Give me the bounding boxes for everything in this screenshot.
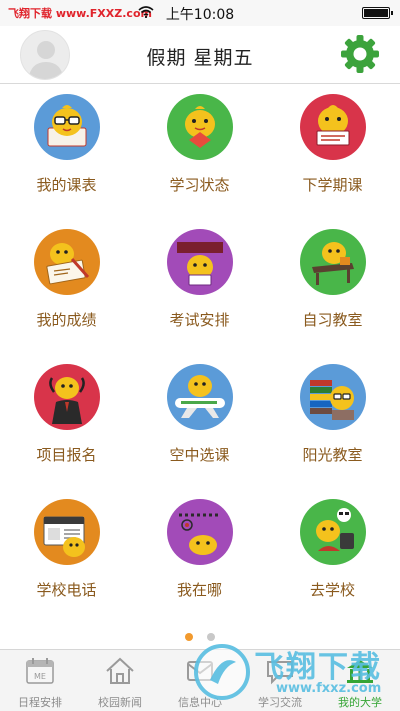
tab-label: 我的大学 bbox=[338, 696, 382, 709]
sunshine-classroom-icon bbox=[300, 364, 366, 430]
grid-item-label: 我在哪 bbox=[176, 581, 222, 599]
grid-item-next-term[interactable]: 下学期课 bbox=[266, 92, 399, 222]
grid-item-school-phone[interactable]: 学校电话 bbox=[0, 497, 133, 627]
schedule-icon bbox=[34, 94, 100, 160]
page-dot-active[interactable] bbox=[185, 633, 194, 641]
page-dot[interactable] bbox=[206, 633, 215, 641]
study-room-icon bbox=[300, 229, 366, 295]
tab-label: 信息中心 bbox=[178, 696, 222, 709]
grid-item-label: 自习教室 bbox=[302, 311, 363, 329]
tab-campus-news[interactable]: 校园新闻 bbox=[80, 650, 160, 711]
grid-item-schedule[interactable]: 我的课表 bbox=[0, 92, 133, 222]
tab-my-university[interactable]: 我的大学 bbox=[320, 650, 400, 711]
tab-study-exchange[interactable]: 学习交流 bbox=[240, 650, 320, 711]
grid-item-go-to-school[interactable]: 去学校 bbox=[266, 497, 399, 627]
course-select-icon bbox=[167, 364, 233, 430]
study-status-icon bbox=[167, 94, 233, 160]
registration-icon bbox=[34, 364, 100, 430]
tab-schedule[interactable]: ME 日程安排 bbox=[0, 650, 80, 711]
page-indicator bbox=[0, 626, 400, 645]
calendar-icon: ME bbox=[26, 658, 54, 684]
grid-item-label: 考试安排 bbox=[169, 311, 230, 329]
svg-text:ME: ME bbox=[34, 672, 46, 681]
tab-info-center[interactable]: 信息中心 bbox=[160, 650, 240, 711]
next-term-icon bbox=[300, 94, 366, 160]
home-icon bbox=[106, 657, 134, 684]
grades-icon bbox=[34, 229, 100, 295]
status-bar: 飞翔下载 www.FXXZ.com 上午10:08 bbox=[0, 0, 400, 26]
grid-item-grades[interactable]: 我的成绩 bbox=[0, 227, 133, 357]
grid-item-label: 去学校 bbox=[309, 581, 355, 599]
grid-item-label: 学习状态 bbox=[169, 176, 230, 194]
chat-icon bbox=[267, 661, 293, 685]
tab-label: 校园新闻 bbox=[98, 696, 142, 709]
grid-item-label: 学校电话 bbox=[36, 581, 97, 599]
tab-label: 日程安排 bbox=[18, 696, 62, 709]
grid-item-label: 我的课表 bbox=[36, 176, 97, 194]
message-icon bbox=[187, 661, 213, 681]
bottom-tab-bar: ME 日程安排 校园新闻 信息中心 学习交流 我的大学 bbox=[0, 649, 400, 711]
grid-item-where-am-i[interactable]: 我在哪 bbox=[133, 497, 266, 627]
grid-item-course-select[interactable]: 空中选课 bbox=[133, 362, 266, 492]
grid-item-label: 项目报名 bbox=[36, 446, 97, 464]
exam-icon bbox=[167, 229, 233, 295]
location-icon bbox=[167, 499, 233, 565]
go-school-icon bbox=[300, 499, 366, 565]
grid-item-study-room[interactable]: 自习教室 bbox=[266, 227, 399, 357]
grid-item-registration[interactable]: 项目报名 bbox=[0, 362, 133, 492]
status-time: 上午10:08 bbox=[165, 7, 235, 23]
battery-icon bbox=[362, 7, 393, 19]
phone-card-icon bbox=[34, 499, 100, 565]
tab-label: 学习交流 bbox=[258, 696, 302, 709]
settings-gear-icon[interactable] bbox=[340, 34, 380, 74]
grid-item-exam[interactable]: 考试安排 bbox=[133, 227, 266, 357]
grid-item-label: 下学期课 bbox=[302, 176, 363, 194]
university-icon bbox=[347, 660, 373, 683]
grid-item-study-status[interactable]: 学习状态 bbox=[133, 92, 266, 222]
app-header: 假期 星期五 bbox=[0, 26, 400, 84]
grid-item-sunshine-classroom[interactable]: 阳光教室 bbox=[266, 362, 399, 492]
grid-item-label: 空中选课 bbox=[169, 446, 230, 464]
grid-item-label: 阳光教室 bbox=[302, 446, 363, 464]
grid-item-label: 我的成绩 bbox=[36, 311, 97, 329]
